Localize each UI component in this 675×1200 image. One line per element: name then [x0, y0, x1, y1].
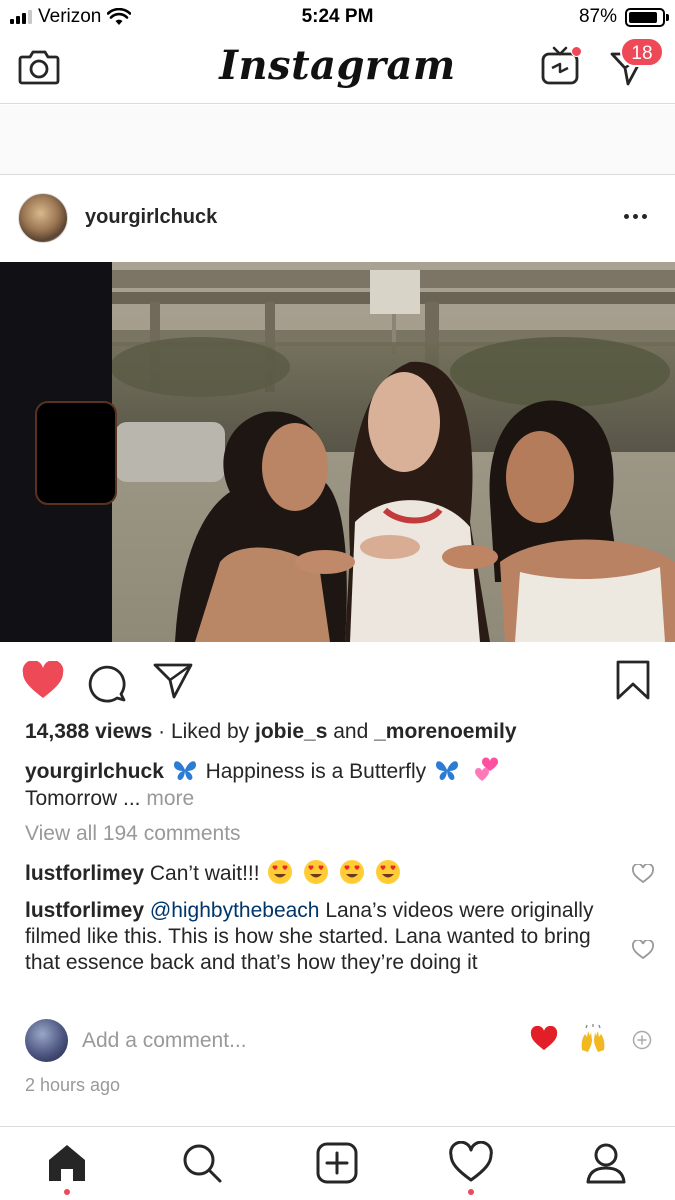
- comment-text: Can’t wait!!!: [149, 862, 260, 885]
- liked-by-user-2[interactable]: _morenoemily: [374, 720, 516, 743]
- post-timestamp: 2 hours ago: [25, 1075, 121, 1095]
- add-comment-row: Add a comment...: [0, 1018, 675, 1064]
- comment-item: lustforlimey @highbythebeach Lana’s vide…: [25, 898, 605, 976]
- profile-icon: [586, 1143, 626, 1184]
- comment-username[interactable]: lustforlimey: [25, 899, 144, 922]
- caption-text-2: Tomorrow ...: [25, 787, 141, 810]
- heart-eyes-emoji-icon: [340, 860, 365, 884]
- tab-new-post[interactable]: [315, 1141, 359, 1185]
- home-activity-dot: [64, 1189, 70, 1195]
- post-author-avatar[interactable]: [18, 193, 68, 243]
- post-header: yourgirlchuck: [0, 176, 675, 262]
- comment-mention[interactable]: @highbythebeach: [150, 899, 320, 922]
- comment-like-heart-icon[interactable]: [632, 940, 654, 960]
- status-bar: Verizon 5:24 PM 87%: [0, 0, 675, 34]
- status-time: 5:24 PM: [301, 6, 374, 27]
- post-caption: yourgirlchuck Happiness is a Butterfly T…: [25, 757, 645, 812]
- tab-activity[interactable]: [449, 1140, 493, 1195]
- views-and-likes: 14,388 views · Liked by jobie_s and _mor…: [25, 720, 517, 743]
- video-frame: [0, 262, 675, 642]
- caption-more-link[interactable]: more: [146, 787, 194, 810]
- caption-username[interactable]: yourgirlchuck: [25, 760, 164, 783]
- status-right: 87%: [578, 6, 669, 28]
- liked-by-user-1[interactable]: jobie_s: [255, 720, 327, 743]
- comment-like-heart-icon[interactable]: [632, 864, 654, 884]
- igtv-notification-dot: [571, 46, 582, 57]
- share-icon[interactable]: [152, 661, 194, 701]
- two-hearts-emoji-icon: [474, 757, 498, 781]
- view-all-comments-link[interactable]: View all 194 comments: [25, 822, 241, 846]
- tab-home[interactable]: [45, 1141, 89, 1195]
- new-post-icon: [316, 1142, 358, 1184]
- quick-react-raised-hands-icon[interactable]: [578, 1024, 608, 1054]
- tab-search[interactable]: [180, 1141, 224, 1185]
- post-video[interactable]: [0, 262, 675, 642]
- add-reaction-plus-icon[interactable]: [632, 1030, 652, 1050]
- stories-tray: [0, 105, 675, 175]
- tab-profile[interactable]: [584, 1141, 628, 1185]
- comment-item: lustforlimey Can’t wait!!!: [25, 859, 605, 887]
- caption-text-1: Happiness is a Butterfly: [205, 760, 427, 783]
- save-bookmark-icon[interactable]: [614, 659, 652, 701]
- home-icon: [49, 1145, 85, 1181]
- post-author-username[interactable]: yourgirlchuck: [85, 206, 217, 229]
- igtv-button[interactable]: [540, 44, 582, 91]
- dm-badge[interactable]: 18: [620, 37, 664, 67]
- view-count[interactable]: 14,388 views: [25, 720, 152, 743]
- search-icon: [183, 1144, 222, 1183]
- add-comment-input[interactable]: Add a comment...: [82, 1029, 247, 1053]
- butterfly-emoji-icon: [436, 761, 459, 780]
- more-options-icon[interactable]: [624, 214, 647, 219]
- battery-icon: [625, 7, 669, 27]
- activity-notification-dot: [468, 1189, 474, 1195]
- liked-by-label: Liked by: [170, 720, 250, 743]
- app-header: Instagram 18: [0, 34, 675, 104]
- battery-percent: 87%: [578, 6, 617, 27]
- heart-eyes-emoji-group: [265, 860, 403, 885]
- comment-icon[interactable]: [88, 663, 128, 703]
- my-avatar: [25, 1019, 68, 1062]
- activity-icon: [449, 1140, 493, 1182]
- comment-username[interactable]: lustforlimey: [25, 862, 144, 885]
- bottom-tab-bar: [0, 1126, 675, 1200]
- heart-eyes-emoji-icon: [375, 860, 400, 884]
- heart-eyes-emoji-icon: [268, 860, 293, 884]
- like-heart-icon[interactable]: [22, 661, 64, 701]
- post-actions: [0, 655, 675, 711]
- quick-react-heart-icon[interactable]: [530, 1026, 558, 1052]
- butterfly-emoji-icon: [173, 761, 196, 780]
- heart-eyes-emoji-icon: [304, 860, 329, 884]
- liked-by-and: and: [333, 720, 369, 743]
